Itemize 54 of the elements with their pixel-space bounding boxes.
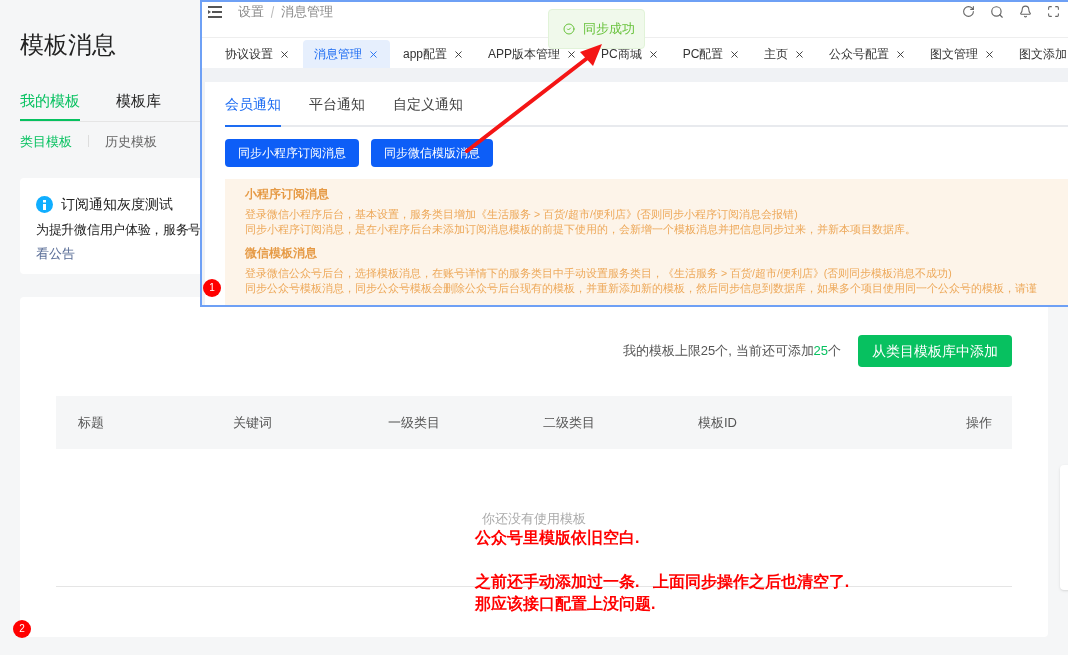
column-header: 一级类目: [388, 413, 441, 432]
notice-title: 订阅通知灰度测试: [61, 195, 173, 214]
page-tab[interactable]: app配置: [392, 40, 476, 68]
refresh-icon[interactable]: [962, 5, 975, 18]
fullscreen-icon[interactable]: [1047, 5, 1060, 18]
search-icon[interactable]: [990, 4, 1004, 19]
bell-icon[interactable]: [1019, 5, 1032, 18]
toast: 同步成功: [548, 9, 645, 49]
notice-text: 为提升微信用户体验，服务号: [36, 222, 202, 239]
sync-button[interactable]: 同步小程序订阅消息: [225, 139, 359, 168]
info-text: 登录微信小程序后台，基本设置，服务类目增加《生活服务 > 百货/超市/便利店》(否则同步小程序订阅消息会报错): [245, 207, 798, 223]
quota-text: 我的模板上限25个, 当前还可添加25个: [622, 342, 841, 361]
column-header: 操作: [966, 413, 992, 432]
info-heading: 微信模板消息: [245, 246, 317, 262]
close-icon[interactable]: [453, 48, 465, 60]
notification-tab[interactable]: 自定义通知: [393, 95, 463, 128]
info-heading: 小程序订阅消息: [245, 186, 329, 203]
close-icon[interactable]: [729, 48, 741, 60]
column-header: 模板ID: [698, 413, 738, 432]
column-header: 关键词: [233, 413, 273, 432]
info-text: 同步公众号模板消息，同步公众号模板会删除公众号后台现有的模板，并重新添加新的模板，然后同步信息到数据库，如果多个项目使用同一个公众号的模板，请谨: [245, 281, 1037, 297]
page-tab[interactable]: 图文添加: [1008, 40, 1068, 68]
success-icon: [563, 23, 575, 35]
annotation-text: 之前还手动添加过一条. 上面同步操作之后也清空了.: [475, 572, 850, 592]
column-header: 标题: [78, 413, 105, 432]
menu-icon[interactable]: [208, 5, 222, 18]
column-header: 二级类目: [543, 413, 596, 432]
annotation-text: 那应该接口配置上没问题.: [475, 594, 656, 614]
close-icon[interactable]: [984, 48, 996, 60]
number-marker: 2: [13, 620, 31, 638]
page-tab[interactable]: 主页: [753, 40, 817, 68]
notification-tab[interactable]: 平台通知: [309, 95, 365, 128]
info-icon: [36, 196, 53, 213]
page-title: 模板消息: [20, 30, 116, 60]
page-tab[interactable]: 消息管理: [303, 40, 390, 68]
info-text: 同步小程序订阅消息，是在小程序后台未添加订阅消息模板的前提下使用的，会新增一个模板消息并把信息同步过来，并新本项目数据库。: [245, 222, 916, 238]
breadcrumb-item: 消息管理: [281, 2, 333, 21]
breadcrumb-item[interactable]: 设置: [238, 2, 264, 22]
notice-link[interactable]: 看公告: [36, 246, 75, 261]
tab[interactable]: 模板库: [116, 90, 161, 121]
info-text: 登录微信公众号后台，选择模板消息，在账号详情下的服务类目中手动设置服务类目，《生活服务 > 百货/超市/便利店》(否则同步模板消息不成功): [245, 266, 952, 282]
close-icon[interactable]: [794, 48, 806, 60]
page-tab[interactable]: 协议设置: [214, 40, 301, 68]
annotation-text: 公众号里模版依旧空白.: [475, 528, 640, 548]
close-icon[interactable]: [279, 48, 290, 60]
page-tab[interactable]: 图文管理: [919, 40, 1007, 68]
sub-tab[interactable]: 历史模板: [105, 131, 157, 151]
notification-tab[interactable]: 会员通知: [225, 95, 281, 128]
close-icon[interactable]: [647, 48, 659, 60]
close-icon[interactable]: [895, 48, 907, 60]
page-tab[interactable]: 公众号配置: [818, 40, 918, 68]
close-icon[interactable]: [566, 48, 578, 60]
page-tab[interactable]: PC配置: [671, 40, 752, 68]
empty-text: 你还没有使用模板: [482, 510, 586, 528]
